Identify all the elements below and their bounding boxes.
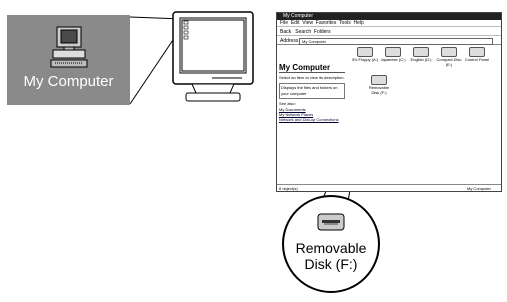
menu-edit[interactable]: Edit [291, 20, 300, 26]
toolbar: Back Search Folders [277, 28, 501, 36]
status-bar: 6 object(s) My Computer [277, 184, 501, 191]
crt-monitor-illustration [172, 11, 254, 102]
drive-floppy[interactable]: 3½ Floppy (A:) [351, 47, 379, 62]
zoomed-removable-disk: Removable Disk (F:) [282, 195, 380, 293]
drive-label: Compact Disc (E:) [436, 57, 462, 67]
drive-label: 3½ Floppy (A:) [351, 57, 379, 62]
menu-view[interactable]: View [302, 20, 313, 26]
menu-bar: File Edit View Favorites Tools Help [277, 20, 501, 27]
left-heading: My Computer [279, 64, 345, 73]
menu-tools[interactable]: Tools [339, 20, 351, 26]
drive-label: English (D:) [410, 57, 432, 62]
desktop-icon-label: My Computer [23, 73, 114, 90]
menu-help[interactable]: Help [354, 20, 364, 26]
cd-drive-icon [441, 47, 457, 57]
my-computer-icon [50, 26, 88, 68]
menu-file[interactable]: File [280, 20, 288, 26]
drive-f-removable[interactable]: Removable Disk (F:) [365, 75, 393, 95]
drives-area: 3½ Floppy (A:) Japanese (C:) English (D:… [351, 47, 501, 77]
hard-drive-icon [413, 47, 429, 57]
zoom-label: Removable Disk (F:) [284, 240, 378, 272]
drive-c[interactable]: Japanese (C:) [379, 47, 407, 62]
desktop-my-computer-callout[interactable]: My Computer [7, 15, 130, 105]
removable-disk-icon [371, 75, 387, 85]
left-desc-1: Select an item to view its description. [279, 75, 345, 80]
drive-label: Japanese (C:) [380, 57, 406, 62]
left-desc-2: Displays the files and folders on your c… [279, 83, 345, 99]
left-info-pane: My Computer Select an item to view its d… [279, 49, 345, 139]
address-field[interactable]: My Computer [299, 38, 493, 45]
search-button[interactable]: Search [295, 29, 311, 35]
menu-favorites[interactable]: Favorites [316, 20, 337, 26]
drive-e[interactable]: Compact Disc (E:) [435, 47, 463, 67]
control-panel[interactable]: Control Panel [463, 47, 491, 62]
status-location: My Computer [466, 186, 491, 191]
link-dialup[interactable]: Network and Dial-up Connections [279, 117, 345, 122]
drive-label: Removable Disk (F:) [368, 85, 390, 95]
address-bar: Address My Computer [277, 37, 501, 45]
control-panel-icon [469, 47, 485, 57]
address-label: Address [280, 38, 299, 44]
zoom-line1: Removable [295, 240, 367, 256]
window-title: My Computer [277, 13, 501, 20]
zoom-line2: Disk (F:) [304, 256, 358, 272]
drive-d[interactable]: English (D:) [407, 47, 435, 62]
back-button[interactable]: Back [280, 29, 291, 35]
folders-button[interactable]: Folders [314, 29, 331, 35]
status-count: 6 object(s) [279, 186, 298, 191]
hard-drive-icon [385, 47, 401, 57]
removable-disk-icon [317, 213, 345, 231]
floppy-drive-icon [357, 47, 373, 57]
drive-label: Control Panel [464, 57, 490, 62]
my-computer-window: My Computer File Edit View Favorites Too… [276, 12, 502, 192]
